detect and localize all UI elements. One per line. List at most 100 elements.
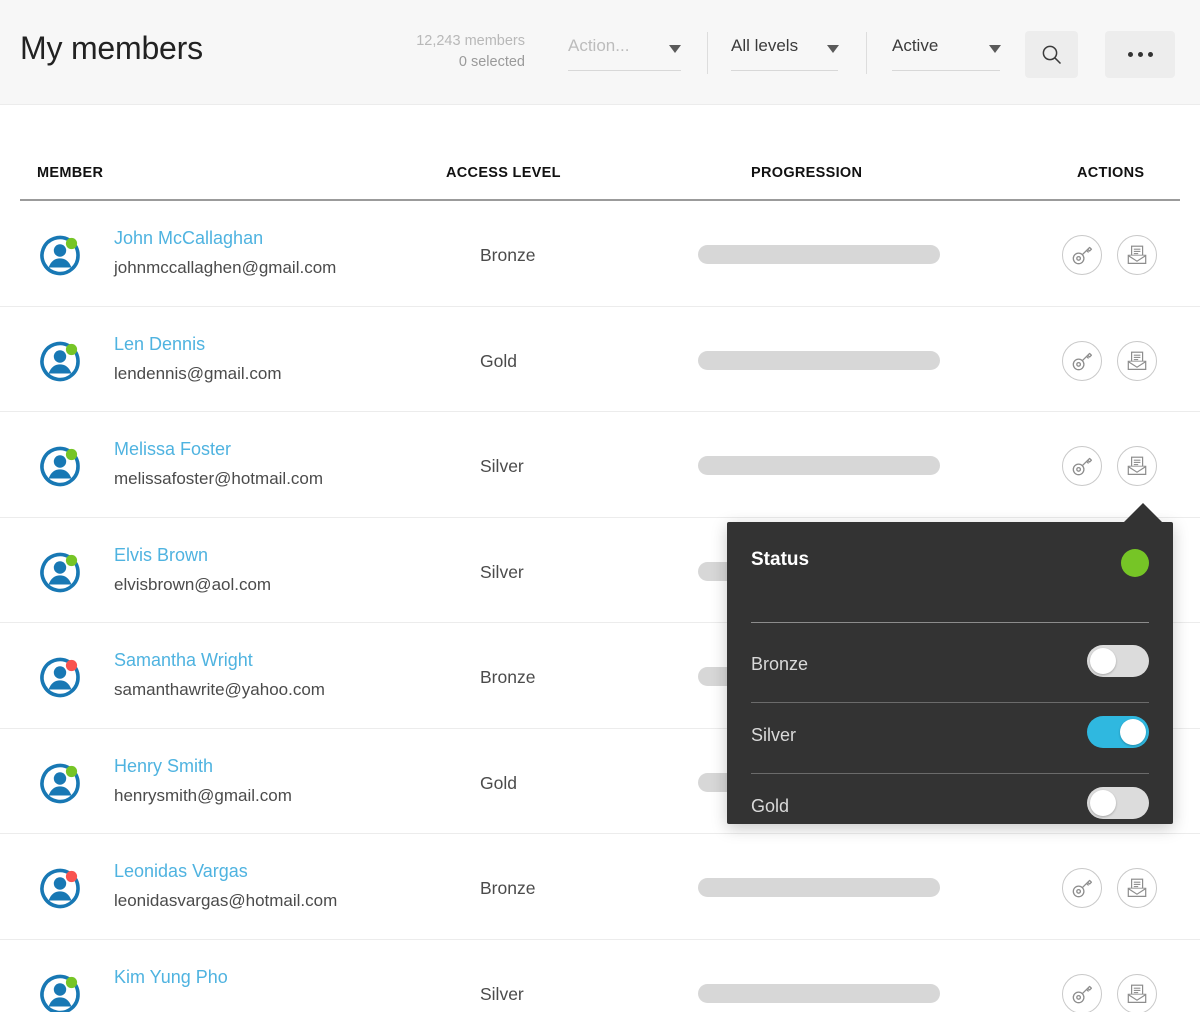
key-icon xyxy=(1070,982,1094,1006)
toggle-gold[interactable] xyxy=(1087,787,1149,819)
avatar xyxy=(38,233,82,277)
page-title: My members xyxy=(20,30,203,67)
member-email: lendennis@gmail.com xyxy=(114,364,282,384)
levels-dropdown-underline xyxy=(731,70,838,71)
popup-row-bronze[interactable]: Bronze xyxy=(751,642,1149,692)
member-email: henrysmith@gmail.com xyxy=(114,786,292,806)
member-counts: 12,243 members 0 selected xyxy=(360,31,525,73)
avatar-icon xyxy=(38,339,82,383)
mail-action-button[interactable] xyxy=(1117,446,1157,486)
key-action-button[interactable] xyxy=(1062,446,1102,486)
avatar-icon xyxy=(38,866,82,910)
more-horizontal-icon xyxy=(1128,52,1153,57)
table-header: MEMBER ACCESS LEVEL PROGRESSION ACTIONS xyxy=(0,105,1200,200)
search-button[interactable] xyxy=(1025,31,1078,78)
toolbar-divider xyxy=(866,32,867,74)
popup-divider xyxy=(751,773,1149,774)
mail-action-button[interactable] xyxy=(1117,235,1157,275)
levels-dropdown[interactable]: All levels xyxy=(731,36,838,56)
mail-document-icon xyxy=(1125,982,1149,1006)
key-action-button[interactable] xyxy=(1062,341,1102,381)
progress-bar xyxy=(698,245,940,264)
avatar xyxy=(38,339,82,383)
members-page: My members 12,243 members 0 selected Act… xyxy=(0,0,1200,1012)
popup-row-gold[interactable]: Gold xyxy=(751,784,1149,834)
member-access-level: Gold xyxy=(480,351,517,372)
member-name[interactable]: Samantha Wright xyxy=(114,650,253,671)
member-name[interactable]: John McCallaghan xyxy=(114,228,263,249)
member-access-level: Silver xyxy=(480,984,524,1005)
member-access-level: Silver xyxy=(480,456,524,477)
green-status-dot[interactable] xyxy=(1121,549,1149,577)
popup-label-bronze: Bronze xyxy=(751,654,808,675)
avatar-icon xyxy=(38,233,82,277)
key-action-button[interactable] xyxy=(1062,868,1102,908)
more-options-button[interactable] xyxy=(1105,31,1175,78)
member-name[interactable]: Len Dennis xyxy=(114,334,205,355)
action-dropdown[interactable]: Action... xyxy=(568,36,681,56)
members-count: 12,243 members xyxy=(360,31,525,52)
mail-action-button[interactable] xyxy=(1117,974,1157,1012)
member-email: elvisbrown@aol.com xyxy=(114,575,271,595)
key-action-button[interactable] xyxy=(1062,974,1102,1012)
popup-row-silver[interactable]: Silver xyxy=(751,713,1149,763)
action-dropdown-label: Action... xyxy=(568,36,629,55)
member-name[interactable]: Elvis Brown xyxy=(114,545,208,566)
toggle-bronze[interactable] xyxy=(1087,645,1149,677)
avatar-icon xyxy=(38,761,82,805)
selected-count: 0 selected xyxy=(360,52,525,73)
chevron-down-icon xyxy=(989,45,1001,53)
status-dropdown-label: Active xyxy=(892,36,938,55)
table-row[interactable]: Melissa Foster melissafoster@hotmail.com S… xyxy=(0,412,1200,518)
mail-document-icon xyxy=(1125,876,1149,900)
popup-divider xyxy=(751,622,1149,623)
avatar xyxy=(38,761,82,805)
progress-bar xyxy=(698,878,940,897)
search-icon xyxy=(1041,44,1063,66)
popup-divider xyxy=(751,702,1149,703)
progress-bar xyxy=(698,456,940,475)
avatar-icon xyxy=(38,655,82,699)
table-row[interactable]: Kim Yung Pho Silver xyxy=(0,940,1200,1012)
row-actions xyxy=(1062,235,1157,275)
chevron-down-icon xyxy=(669,45,681,53)
mail-document-icon xyxy=(1125,454,1149,478)
member-access-level: Bronze xyxy=(480,667,535,688)
popup-label-gold: Gold xyxy=(751,796,789,817)
member-name[interactable]: Leonidas Vargas xyxy=(114,861,248,882)
member-access-level: Bronze xyxy=(480,245,535,266)
key-icon xyxy=(1070,454,1094,478)
progress-bar xyxy=(698,351,940,370)
popup-label-silver: Silver xyxy=(751,725,796,746)
toggle-knob xyxy=(1090,648,1116,674)
row-actions xyxy=(1062,974,1157,1012)
column-header-progression: PROGRESSION xyxy=(751,165,862,181)
avatar xyxy=(38,866,82,910)
member-email: melissafoster@hotmail.com xyxy=(114,469,323,489)
mail-action-button[interactable] xyxy=(1117,341,1157,381)
member-access-level: Bronze xyxy=(480,878,535,899)
mail-action-button[interactable] xyxy=(1117,868,1157,908)
toggle-knob xyxy=(1090,790,1116,816)
key-icon xyxy=(1070,349,1094,373)
toggle-silver[interactable] xyxy=(1087,716,1149,748)
table-row[interactable]: Len Dennis lendennis@gmail.com Gold xyxy=(0,307,1200,413)
member-name[interactable]: Kim Yung Pho xyxy=(114,967,228,988)
key-icon xyxy=(1070,876,1094,900)
avatar xyxy=(38,550,82,594)
action-dropdown-underline xyxy=(568,70,681,71)
key-action-button[interactable] xyxy=(1062,235,1102,275)
avatar-icon xyxy=(38,444,82,488)
member-name[interactable]: Melissa Foster xyxy=(114,439,231,460)
mail-document-icon xyxy=(1125,349,1149,373)
popup-arrow xyxy=(1122,503,1164,524)
member-name[interactable]: Henry Smith xyxy=(114,756,213,777)
table-row[interactable]: Leonidas Vargasleonidasvargas@hotmail.co… xyxy=(0,834,1200,940)
column-header-access-level: ACCESS LEVEL xyxy=(446,165,561,181)
row-actions xyxy=(1062,446,1157,486)
avatar-icon xyxy=(38,550,82,594)
chevron-down-icon xyxy=(827,45,839,53)
column-header-member: MEMBER xyxy=(37,165,103,181)
table-row[interactable]: John McCallaghanjohnmccallaghen@gmail.co… xyxy=(0,201,1200,307)
status-dropdown[interactable]: Active xyxy=(892,36,1000,56)
